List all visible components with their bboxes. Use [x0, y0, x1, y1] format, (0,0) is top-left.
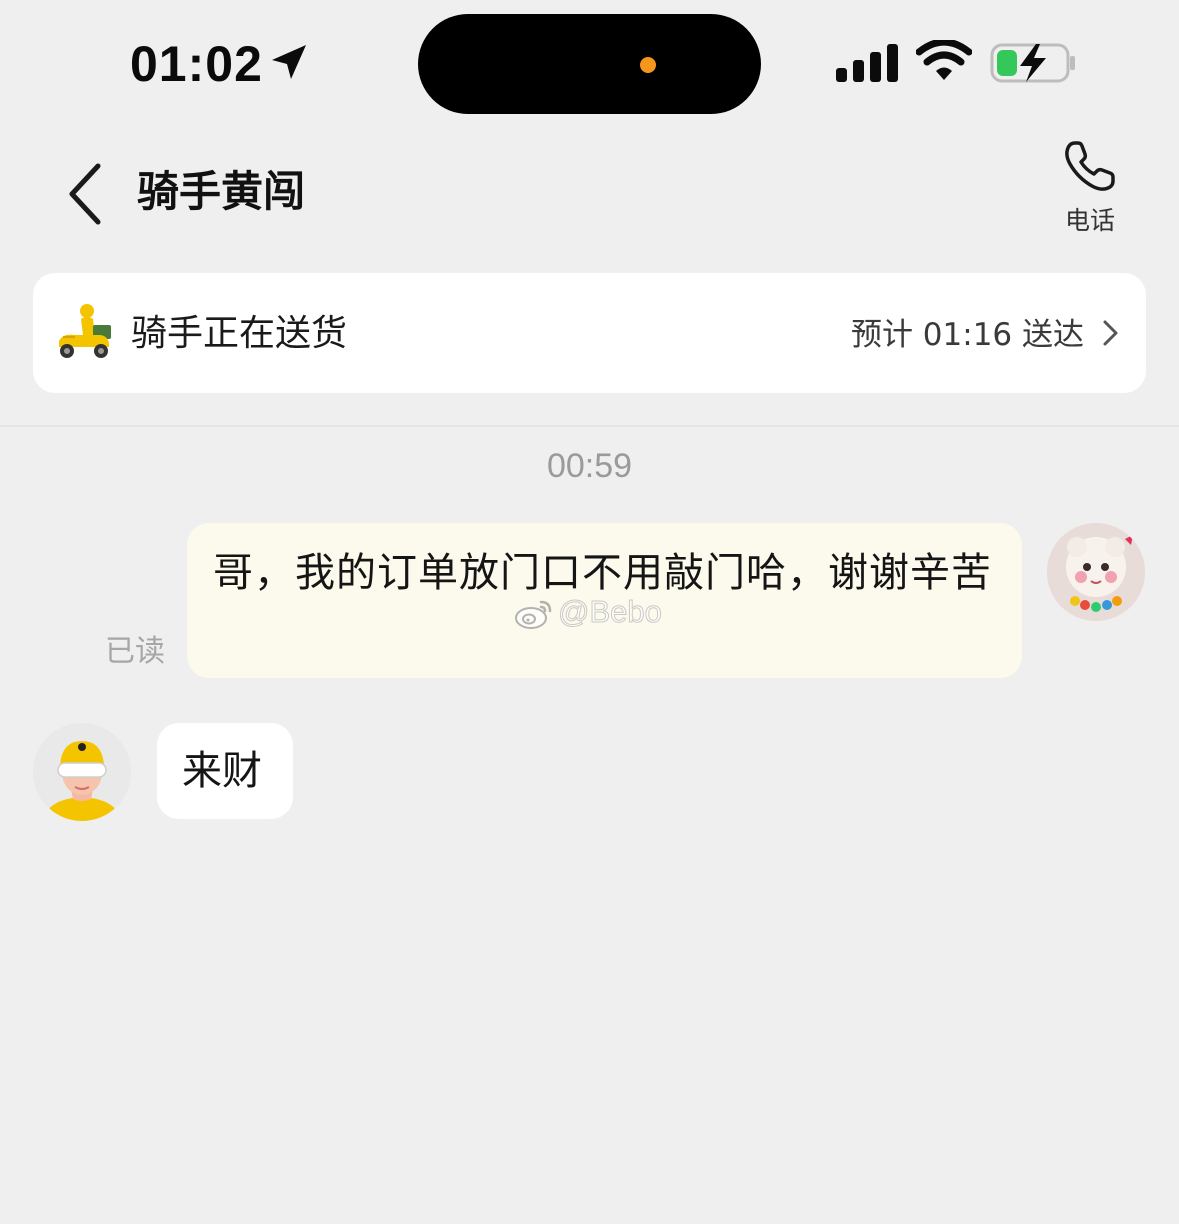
- camera-indicator-dot: [640, 57, 656, 73]
- dynamic-island: [418, 14, 761, 114]
- eta-text: 预计 01:16 送达: [850, 317, 1084, 353]
- rider-avatar[interactable]: [33, 723, 131, 821]
- rider-avatar-image: [33, 723, 131, 821]
- wifi-icon: [916, 40, 972, 80]
- back-button[interactable]: [58, 158, 122, 230]
- chevron-right-icon: [1103, 320, 1118, 346]
- status-time: 01:02: [130, 36, 263, 92]
- plush-toy-avatar-image: [1047, 523, 1145, 621]
- read-receipt: 已读: [105, 634, 165, 669]
- battery-charging-icon: [990, 43, 1075, 83]
- scooter-rider-icon: [59, 304, 111, 358]
- chat-title: 骑手黄闯: [137, 167, 306, 216]
- incoming-message-bubble[interactable]: 来财: [157, 723, 293, 819]
- phone-label: 电话: [1064, 206, 1115, 235]
- chevron-left-icon: [69, 163, 101, 225]
- weibo-icon: [515, 600, 552, 629]
- user-avatar[interactable]: [1047, 523, 1145, 621]
- divider: [0, 425, 1179, 427]
- signal-icon: [836, 44, 898, 82]
- phone-icon: [1065, 141, 1115, 191]
- status-bar: 01:02: [0, 0, 1179, 130]
- location-arrow-icon: [272, 45, 306, 79]
- watermark-text: @Bebo: [558, 594, 663, 630]
- chat-timestamp: 00:59: [546, 447, 633, 485]
- delivery-status-text: 骑手正在送货: [131, 313, 348, 354]
- chat-header: 骑手黄闯 电话: [0, 130, 1179, 260]
- phone-call-button[interactable]: 电话: [1040, 138, 1140, 248]
- delivery-status-card[interactable]: 骑手正在送货 预计 01:16 送达: [33, 273, 1146, 393]
